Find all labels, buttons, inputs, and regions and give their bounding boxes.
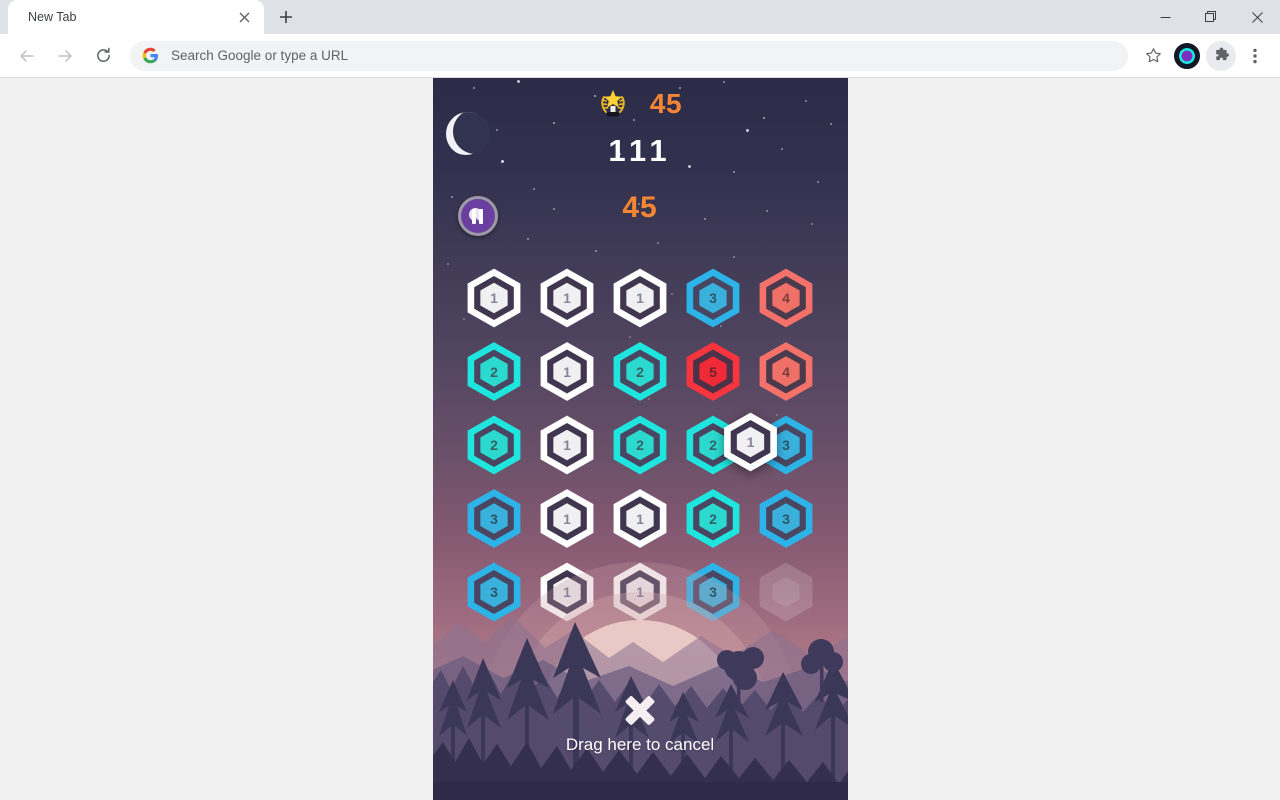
hex-tile[interactable]: 2 xyxy=(610,415,670,475)
maximize-icon[interactable] xyxy=(1188,1,1234,33)
pause-button[interactable] xyxy=(457,196,498,236)
hex-value: 3 xyxy=(490,584,498,600)
hex-row: 1 1 1 3 4 xyxy=(464,268,816,328)
tab-title: New Tab xyxy=(28,10,77,24)
hex-value: 1 xyxy=(563,437,571,453)
hex-tile[interactable]: 1 xyxy=(537,268,597,328)
google-g-icon xyxy=(142,47,158,64)
hex-tile[interactable]: 1 xyxy=(537,415,597,475)
forward-arrow-icon[interactable] xyxy=(49,40,81,72)
three-dot-menu-icon[interactable] xyxy=(1240,41,1270,71)
trophy-star-icon xyxy=(598,88,628,120)
reload-icon[interactable] xyxy=(87,40,119,72)
hex-tile[interactable]: 3 xyxy=(683,268,743,328)
cancel-drop-zone[interactable]: Drag here to cancel xyxy=(433,693,848,755)
hex-value: 2 xyxy=(709,437,717,453)
hex-value: 1 xyxy=(746,434,755,450)
close-icon[interactable] xyxy=(1234,1,1280,33)
profile-avatar xyxy=(1174,42,1200,69)
hex-value: 1 xyxy=(636,510,644,527)
hex-value: 1 xyxy=(563,510,571,527)
cancel-label: Drag here to cancel xyxy=(565,735,715,754)
hex-value: 2 xyxy=(490,363,498,380)
cancel-x-icon xyxy=(623,693,657,727)
hex-value: 1 xyxy=(636,290,644,306)
hex-value: 3 xyxy=(782,510,790,527)
game-canvas[interactable]: 45 111 45 1 1 1 3 4 2 1 2 5 4 2 1 2 2 3 … xyxy=(432,78,848,800)
profile-avatar-icon[interactable] xyxy=(1172,41,1202,71)
hex-value: 3 xyxy=(490,510,498,527)
hex-value: 3 xyxy=(709,290,717,306)
star-icon[interactable] xyxy=(1138,41,1168,71)
hex-tile[interactable]: 1 xyxy=(610,268,670,328)
best-score-value: 45 xyxy=(649,88,683,119)
puzzle-piece-icon[interactable] xyxy=(1206,40,1236,71)
hex-value: 1 xyxy=(636,584,644,600)
hex-value: 3 xyxy=(782,437,790,453)
back-arrow-icon[interactable] xyxy=(11,40,43,72)
hex-tile[interactable]: 1 xyxy=(537,342,597,402)
tab-strip: New Tab xyxy=(0,0,1280,34)
hex-value: 2 xyxy=(636,437,644,453)
forest-landscape xyxy=(432,530,848,800)
hex-value: 4 xyxy=(782,363,790,380)
hex-value: 1 xyxy=(563,584,571,600)
page-viewport: 45 111 45 1 1 1 3 4 2 1 2 5 4 2 1 2 2 3 … xyxy=(0,78,1280,800)
hex-tile[interactable]: 4 xyxy=(756,268,816,328)
hex-value: 5 xyxy=(709,363,717,380)
hex-value: 1 xyxy=(563,363,571,380)
hex-tile[interactable]: 2 xyxy=(610,342,670,402)
hex-value: 1 xyxy=(563,290,571,306)
omnibox[interactable]: Search Google or type a URL xyxy=(130,40,1128,71)
tab-new-tab[interactable]: New Tab xyxy=(8,0,264,34)
hex-tile[interactable]: 2 xyxy=(464,415,524,475)
hex-row: 2 1 2 5 4 xyxy=(464,342,816,402)
hex-value: 3 xyxy=(709,584,717,600)
hex-value: 1 xyxy=(490,290,498,306)
hex-tile[interactable]: 5 xyxy=(683,342,743,402)
omnibox-placeholder: Search Google or type a URL xyxy=(171,48,349,63)
hex-value: 2 xyxy=(636,363,644,380)
minimize-icon[interactable] xyxy=(1142,1,1188,33)
browser-window: New Tab Search Google or type a URL 45 1… xyxy=(0,0,1280,800)
hex-tile[interactable]: 2 xyxy=(464,342,524,402)
hex-value: 2 xyxy=(709,510,717,527)
hex-value: 4 xyxy=(782,290,790,306)
hex-tile[interactable]: 1 xyxy=(464,268,524,328)
main-score: 111 xyxy=(608,133,672,168)
hex-value: 2 xyxy=(490,437,498,453)
window-controls xyxy=(1142,0,1280,34)
hex-tile[interactable]: 4 xyxy=(756,342,816,402)
close-icon[interactable] xyxy=(234,7,254,27)
browser-toolbar: Search Google or type a URL xyxy=(0,34,1280,78)
dragged-hex-tile[interactable]: 1 xyxy=(721,412,781,472)
best-score-row: 45 xyxy=(433,88,848,120)
plus-icon[interactable] xyxy=(272,3,300,31)
